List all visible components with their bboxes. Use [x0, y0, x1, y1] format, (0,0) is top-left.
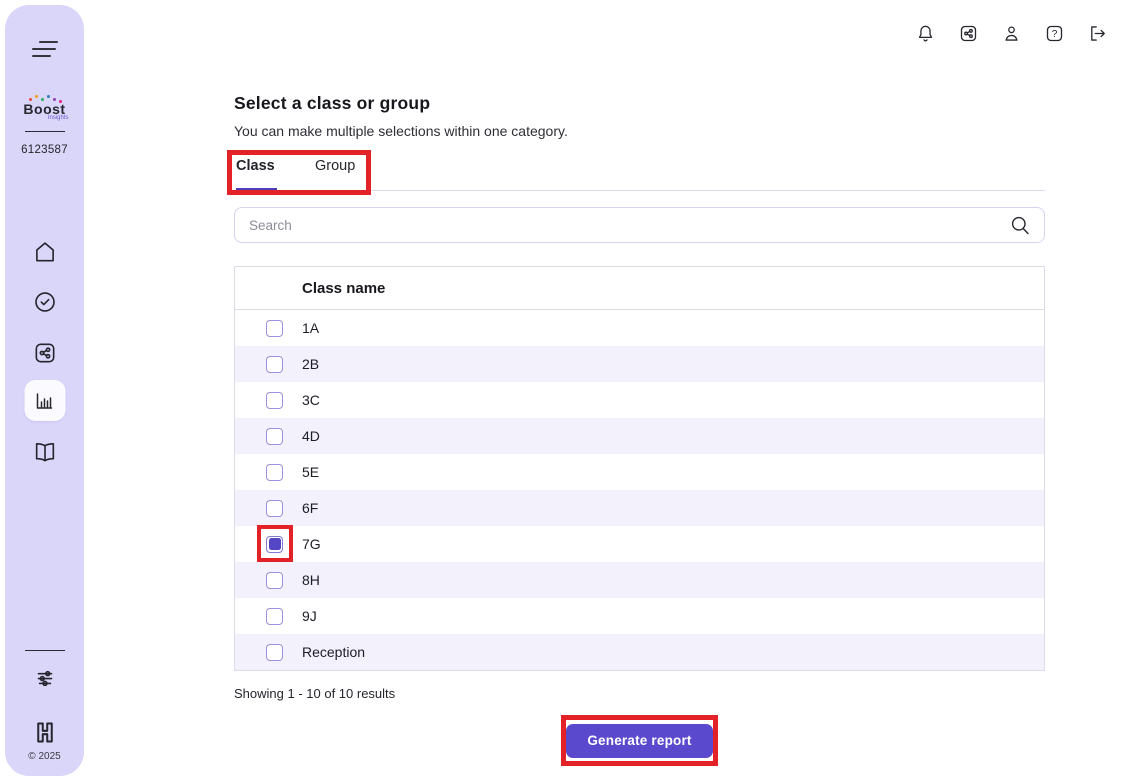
row-checkbox-8H[interactable] — [266, 572, 283, 589]
tab-class[interactable]: Class — [236, 158, 277, 191]
row-label: 9J — [302, 608, 317, 624]
row-label: 8H — [302, 572, 320, 588]
logout-icon[interactable] — [1087, 23, 1108, 44]
row-checkbox-9J[interactable] — [266, 608, 283, 625]
table-row: 5E — [235, 454, 1044, 490]
row-checkbox-4D[interactable] — [266, 428, 283, 445]
verified-check-icon — [32, 289, 58, 315]
table-row: 6F — [235, 490, 1044, 526]
logo-text: Boost — [15, 103, 75, 115]
row-label: Reception — [302, 644, 365, 660]
sidebar-item-h-logo[interactable] — [31, 719, 58, 746]
bar-chart-icon — [33, 389, 57, 413]
row-label: 2B — [302, 356, 319, 372]
column-header-class-name: Class name — [235, 280, 385, 297]
sidebar-item-library[interactable] — [32, 439, 58, 465]
app-logo: Boost Insights — [15, 95, 75, 121]
account-id: 6123587 — [21, 144, 68, 156]
tab-group[interactable]: Group — [315, 158, 355, 191]
table-row: 8H — [235, 562, 1044, 598]
sidebar-divider — [25, 131, 65, 132]
menu-hamburger-icon[interactable] — [32, 41, 58, 62]
row-label: 3C — [302, 392, 320, 408]
search-input[interactable] — [235, 208, 1008, 242]
row-checkbox-5E[interactable] — [266, 464, 283, 481]
logo-confetti-dots — [15, 95, 75, 103]
row-label: 5E — [302, 464, 319, 480]
class-table-header: Class name — [235, 267, 1044, 310]
table-row: Reception — [235, 634, 1044, 670]
home-icon — [32, 239, 58, 265]
table-row: 9J — [235, 598, 1044, 634]
open-book-icon — [32, 439, 58, 465]
row-label: 7G — [302, 536, 321, 552]
row-checkbox-Reception[interactable] — [266, 644, 283, 661]
sidebar-divider-bottom — [25, 650, 65, 651]
sidebar: Boost Insights 6123587 — [5, 5, 84, 776]
class-table: Class name 1A 2B 3C 4D 5E 6F 7G 8H 9J Reception — [234, 266, 1045, 671]
table-row: 4D — [235, 418, 1044, 454]
search-icon[interactable] — [1008, 213, 1032, 237]
help-question-icon[interactable]: ? — [1044, 23, 1065, 44]
header-icon-bar: ? — [915, 23, 1108, 44]
generate-report-button[interactable]: Generate report — [566, 724, 712, 758]
copyright-text: © 2025 — [28, 751, 60, 762]
table-row: 7G — [235, 526, 1044, 562]
row-checkbox-7G[interactable] — [266, 536, 283, 553]
class-table-body: 1A 2B 3C 4D 5E 6F 7G 8H 9J Reception — [235, 310, 1044, 670]
notifications-bell-icon[interactable] — [915, 23, 936, 44]
table-row: 1A — [235, 310, 1044, 346]
category-tabbar: Class Group — [234, 158, 1045, 191]
sidebar-item-share[interactable] — [32, 340, 58, 366]
row-checkbox-3C[interactable] — [266, 392, 283, 409]
row-checkbox-6F[interactable] — [266, 500, 283, 517]
svg-text:?: ? — [1052, 29, 1058, 40]
row-checkbox-2B[interactable] — [266, 356, 283, 373]
page-subtitle: You can make multiple selections within … — [234, 123, 568, 139]
table-row: 3C — [235, 382, 1044, 418]
page-title: Select a class or group — [234, 93, 430, 114]
profile-person-icon[interactable] — [1001, 23, 1022, 44]
sidebar-item-home[interactable] — [32, 239, 58, 265]
row-label: 1A — [302, 320, 319, 336]
sidebar-item-approvals[interactable] — [32, 289, 58, 315]
share-nodes-icon[interactable] — [958, 23, 979, 44]
row-label: 6F — [302, 500, 318, 516]
row-checkbox-1A[interactable] — [266, 320, 283, 337]
sidebar-item-settings[interactable] — [32, 665, 58, 691]
button-row: Generate report — [234, 724, 1045, 758]
sidebar-item-reports-active[interactable] — [24, 380, 65, 421]
row-label: 4D — [302, 428, 320, 444]
sliders-icon — [32, 665, 58, 691]
h-logo-icon — [31, 719, 58, 746]
table-row: 2B — [235, 346, 1044, 382]
share-nodes-icon — [32, 340, 58, 366]
results-count-text: Showing 1 - 10 of 10 results — [234, 686, 395, 701]
search-box — [234, 207, 1045, 243]
